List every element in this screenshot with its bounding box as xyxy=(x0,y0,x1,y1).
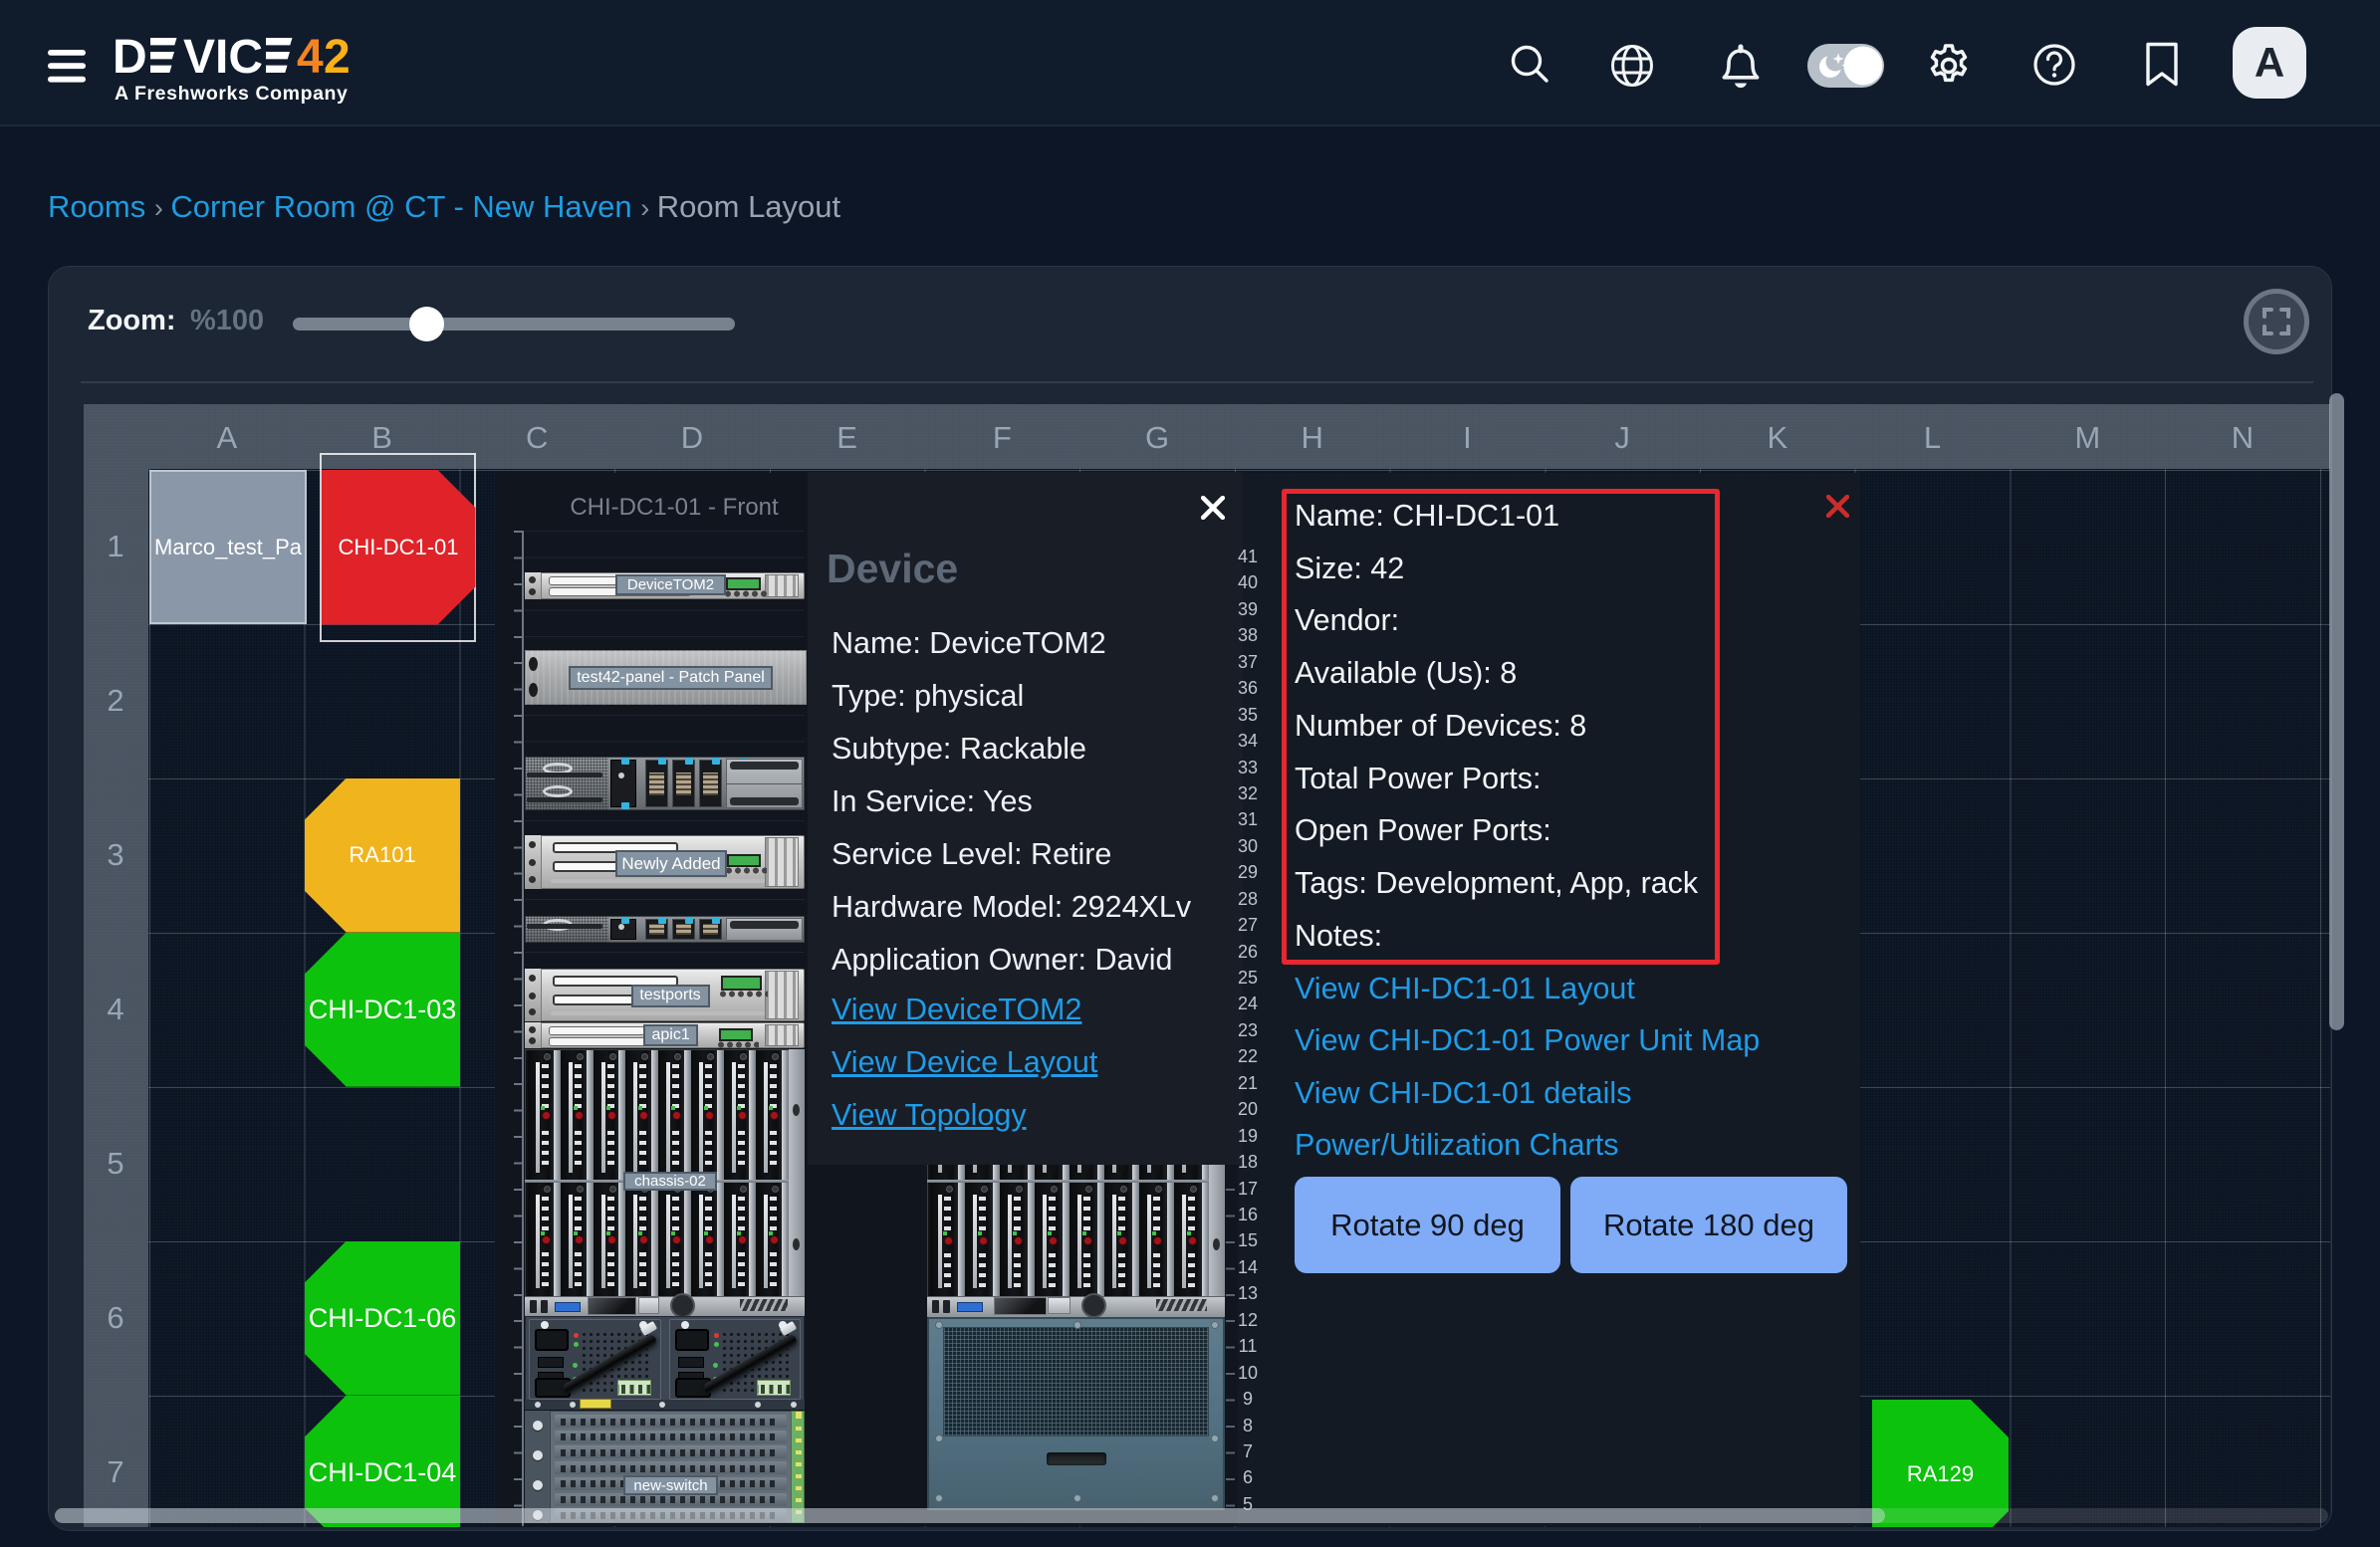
svg-text:4: 4 xyxy=(297,32,324,80)
svg-text:VIC: VIC xyxy=(183,32,263,80)
svg-text:D: D xyxy=(113,32,147,80)
svg-text:2: 2 xyxy=(324,32,351,80)
